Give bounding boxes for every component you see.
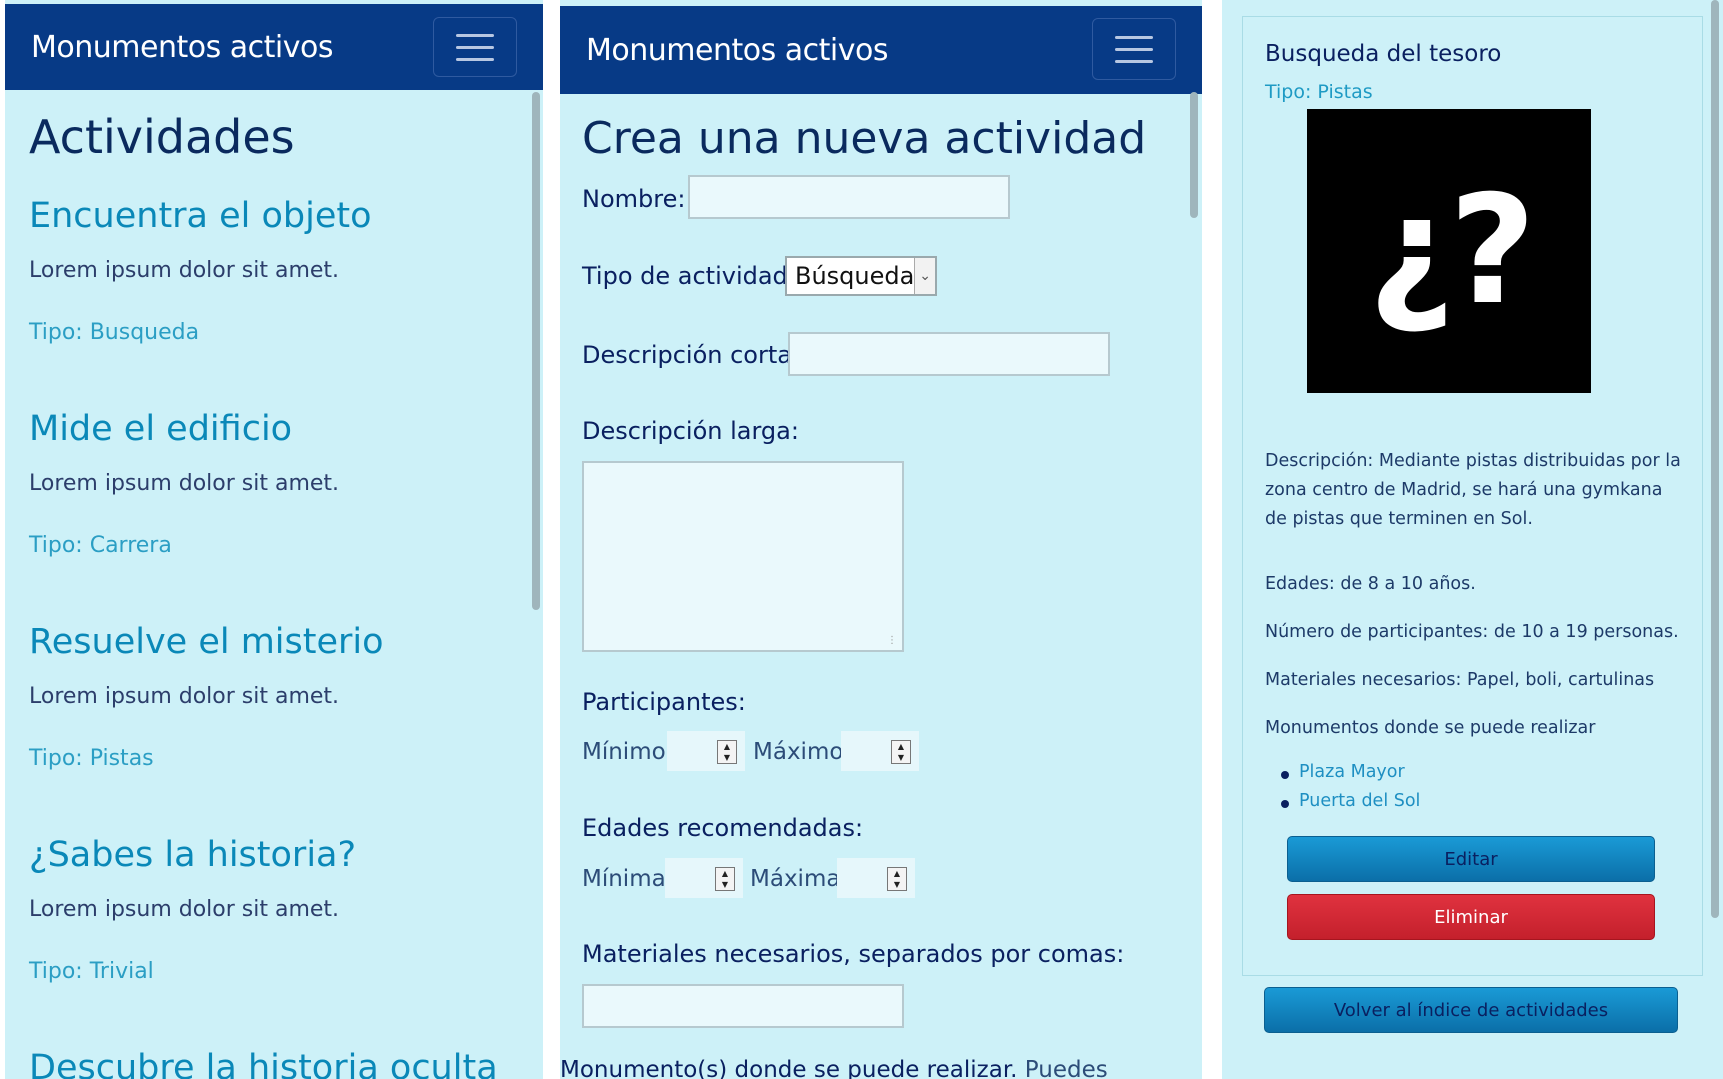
activity-type: Tipo: Trivial	[29, 959, 154, 984]
question-marks-icon: ¿?	[1367, 164, 1536, 338]
delete-button[interactable]: Eliminar	[1287, 894, 1655, 940]
activity-materials: Materiales necesarios: Papel, boli, cart…	[1265, 670, 1655, 690]
page-title: Actividades	[29, 110, 295, 164]
monuments-label-row: Monumento(s) donde se puede realizar. Pu…	[560, 1057, 1108, 1079]
long-description-textarea[interactable]: ⋮	[582, 461, 904, 652]
navbar: Monumentos activos	[560, 6, 1202, 94]
participants-label: Participantes:	[582, 688, 746, 716]
activity-image: ¿?	[1307, 109, 1591, 393]
activity-list-panel: Monumentos activos Actividades Encuentra…	[5, 0, 543, 1079]
min-age-label: Mínima:	[582, 866, 674, 892]
activity-type: Tipo: Busqueda	[29, 320, 200, 345]
activity-title-link[interactable]: Encuentra el objeto	[29, 196, 372, 236]
activity-type-selected: Búsqueda	[795, 262, 915, 290]
bullet-icon	[1281, 771, 1289, 779]
activity-title-link[interactable]: Resuelve el misterio	[29, 622, 384, 662]
monument-link[interactable]: Plaza Mayor	[1281, 762, 1405, 782]
bullet-icon	[1281, 800, 1289, 808]
new-activity-panel: Monumentos activos Crea una nueva activi…	[560, 0, 1202, 1079]
ages-label: Edades recomendadas:	[582, 814, 864, 842]
scrollbar-thumb[interactable]	[532, 92, 540, 610]
stepper-icon[interactable]: ▲ ▼	[717, 740, 737, 764]
stepper-icon[interactable]: ▲ ▼	[887, 867, 907, 891]
menu-toggle-button[interactable]	[433, 17, 517, 77]
scrollbar-thumb[interactable]	[1190, 92, 1198, 218]
activity-description: Lorem ipsum dolor sit amet.	[29, 684, 340, 709]
short-description-label: Descripción corta:	[582, 341, 801, 369]
activity-description: Lorem ipsum dolor sit amet.	[29, 897, 340, 922]
scrollbar[interactable]	[1190, 92, 1198, 1072]
back-to-index-button[interactable]: Volver al índice de actividades	[1264, 987, 1678, 1033]
scrollbar-thumb[interactable]	[1711, 0, 1719, 918]
resize-grip-icon[interactable]: ⋮	[887, 635, 899, 647]
brand-link[interactable]: Monumentos activos	[31, 4, 333, 90]
brand-link[interactable]: Monumentos activos	[586, 6, 888, 94]
edit-button[interactable]: Editar	[1287, 836, 1655, 882]
activity-type: Tipo: Pistas	[29, 746, 154, 771]
scrollbar[interactable]	[1711, 0, 1719, 1000]
activity-title-link[interactable]: Mide el edificio	[29, 409, 292, 449]
activity-title: Busqueda del tesoro	[1265, 41, 1502, 67]
activity-title-link[interactable]: ¿Sabes la historia?	[29, 835, 356, 875]
max-participants-label: Máximo:	[753, 739, 852, 765]
activity-description: Descripción: Mediante pistas distribuida…	[1265, 451, 1681, 529]
navbar: Monumentos activos	[5, 4, 543, 90]
materials-input[interactable]	[582, 984, 904, 1028]
short-description-input[interactable]	[788, 332, 1110, 376]
min-age-input[interactable]: ▲ ▼	[665, 858, 743, 898]
long-description-label: Descripción larga:	[582, 417, 799, 445]
materials-label: Materiales necesarios, separados por com…	[582, 940, 1125, 968]
monuments-label: Monumento(s) donde se puede realizar.	[560, 1057, 1018, 1079]
page-title: Crea una nueva actividad	[582, 113, 1147, 164]
monument-link[interactable]: Puerta del Sol	[1281, 791, 1420, 811]
activity-description: Lorem ipsum dolor sit amet.	[29, 471, 340, 496]
min-participants-label: Mínimo:	[582, 739, 674, 765]
hamburger-icon	[1115, 35, 1153, 39]
activity-participants: Número de participantes: de 10 a 19 pers…	[1265, 622, 1679, 642]
activity-type: Tipo: Pistas	[1265, 81, 1373, 103]
activity-description: Lorem ipsum dolor sit amet.	[29, 258, 340, 283]
monuments-hint: Puedes	[1024, 1057, 1108, 1079]
activity-title-link[interactable]: Descubre la historia oculta	[29, 1048, 498, 1079]
max-age-input[interactable]: ▲ ▼	[837, 858, 915, 898]
menu-toggle-button[interactable]	[1092, 18, 1176, 80]
activity-ages: Edades: de 8 a 10 años.	[1265, 574, 1476, 594]
type-label: Tipo de actividad:	[582, 262, 796, 290]
stepper-icon[interactable]: ▲ ▼	[891, 740, 911, 764]
stepper-icon[interactable]: ▲ ▼	[715, 867, 735, 891]
name-input[interactable]	[688, 175, 1010, 219]
monuments-heading: Monumentos donde se puede realizar	[1265, 718, 1596, 738]
chevron-down-icon: ⌄	[914, 258, 935, 294]
activity-card: Busqueda del tesoro Tipo: Pistas ¿? Desc…	[1242, 16, 1703, 976]
min-participants-input[interactable]: ▲ ▼	[667, 731, 745, 771]
hamburger-icon	[456, 33, 494, 37]
scrollbar[interactable]	[532, 92, 540, 1072]
activity-type: Tipo: Carrera	[29, 533, 172, 558]
name-label: Nombre:	[582, 185, 686, 213]
activity-detail-panel: Busqueda del tesoro Tipo: Pistas ¿? Desc…	[1222, 0, 1723, 1079]
max-age-label: Máxima:	[750, 866, 849, 892]
activity-type-select[interactable]: Búsqueda ⌄	[785, 256, 937, 296]
max-participants-input[interactable]: ▲ ▼	[841, 731, 919, 771]
